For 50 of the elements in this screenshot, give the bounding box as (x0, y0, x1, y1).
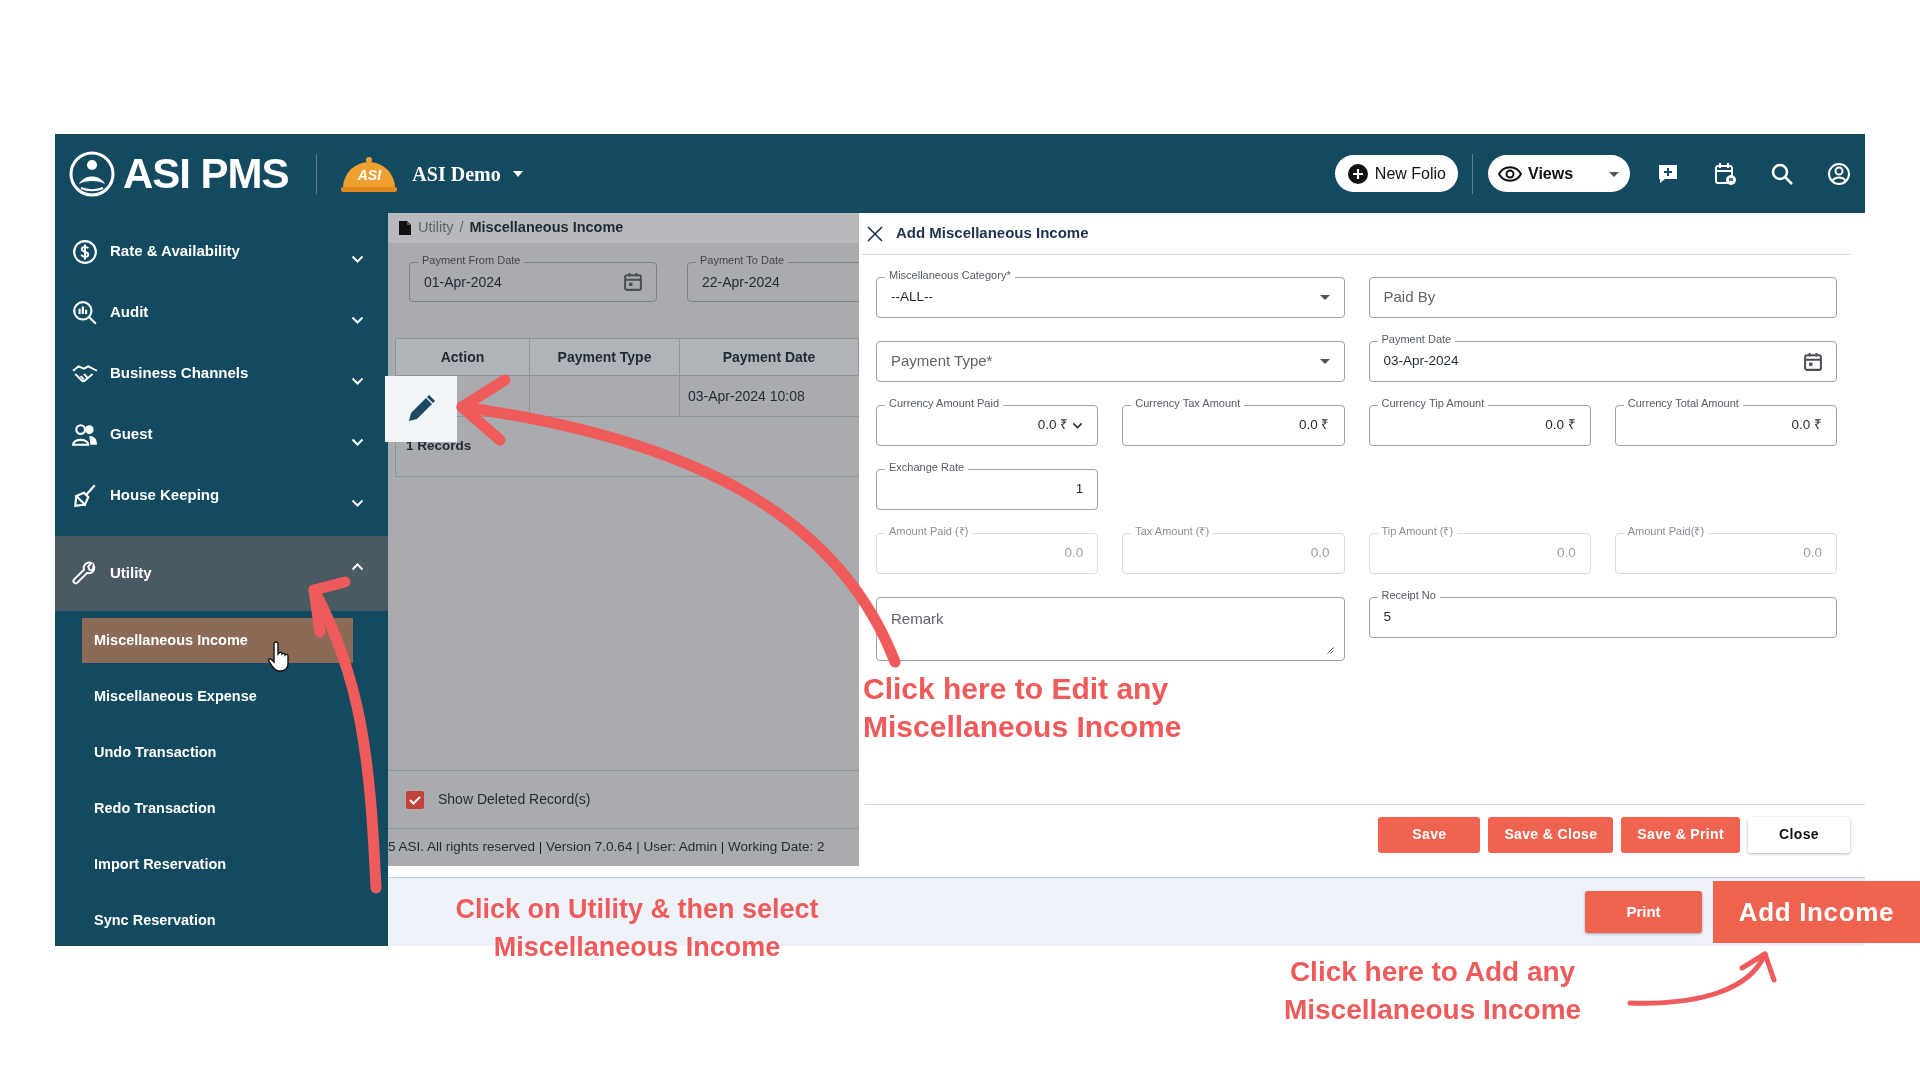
drawer-title: Add Miscellaneous Income (896, 223, 1089, 244)
calendar-icon[interactable] (1804, 352, 1822, 371)
submenu-item[interactable]: Redo Transaction (82, 786, 353, 831)
account-icon[interactable] (1827, 161, 1851, 186)
people-icon (72, 421, 98, 448)
chevron-up-icon (351, 562, 364, 571)
column-header[interactable]: Payment Type (530, 339, 680, 375)
annotation-text: Click here to Add any Miscellaneous Income (1282, 955, 1583, 1027)
annotation-text: Click on Utility & then select Miscellaneous Income (454, 893, 820, 964)
chevron-down-icon (351, 437, 364, 446)
pencil-icon (406, 394, 436, 424)
chevron-down-icon[interactable] (1072, 422, 1084, 429)
chevron-down-icon (351, 376, 364, 385)
table-cell-text: 03-Apr-2024 10:08 (687, 386, 806, 406)
close-icon[interactable] (866, 224, 884, 243)
property-logo: ASI (339, 153, 400, 194)
column-header[interactable]: Action (396, 339, 530, 375)
document-icon (398, 220, 412, 236)
action-button[interactable]: Close (1748, 816, 1850, 853)
submenu-item[interactable]: Import Reservation (82, 842, 353, 887)
breadcrumb-separator: / (459, 218, 464, 238)
submenu-item[interactable]: Sync Reservation (82, 898, 353, 943)
breadcrumb-current: Miscellaneous Income (469, 218, 624, 238)
resize-handle-icon (1326, 647, 1334, 654)
chevron-down-icon (351, 315, 364, 324)
annotation-text: Click here to Edit any Miscellaneous Income (863, 671, 1182, 745)
dollar-icon (72, 238, 98, 265)
property-name: ASI Demo (412, 161, 501, 187)
search-icon[interactable] (1770, 161, 1794, 186)
app-name: ASI PMS (123, 152, 289, 195)
footer-text: 5 ASI. All rights reserved | Version 7.0.64 | User: Admin | Working Date: 2 (388, 838, 825, 857)
new-folio-button[interactable]: New Folio (1334, 155, 1458, 192)
caret-down-icon[interactable] (1319, 295, 1330, 300)
logo-icon (69, 150, 115, 197)
eye-icon (1498, 164, 1522, 183)
views-dropdown[interactable]: Views (1488, 155, 1630, 192)
caret-down-icon[interactable] (1319, 359, 1330, 364)
sidebar-item[interactable]: Utility (55, 536, 388, 611)
edit-button[interactable] (385, 376, 457, 442)
submenu-item[interactable]: Undo Transaction (82, 730, 353, 775)
plus-icon (1346, 162, 1369, 185)
magnifier-icon (72, 299, 98, 326)
chevron-down-icon (351, 498, 364, 507)
chevron-down-icon (351, 254, 364, 263)
broom-icon (72, 482, 98, 509)
checkbox[interactable] (406, 790, 424, 809)
checkbox-label: Show Deleted Record(s) (438, 790, 591, 809)
wrench-icon (72, 560, 98, 587)
submenu-item[interactable]: Miscellaneous Expense (82, 674, 353, 719)
calendar-icon[interactable] (1713, 161, 1737, 186)
